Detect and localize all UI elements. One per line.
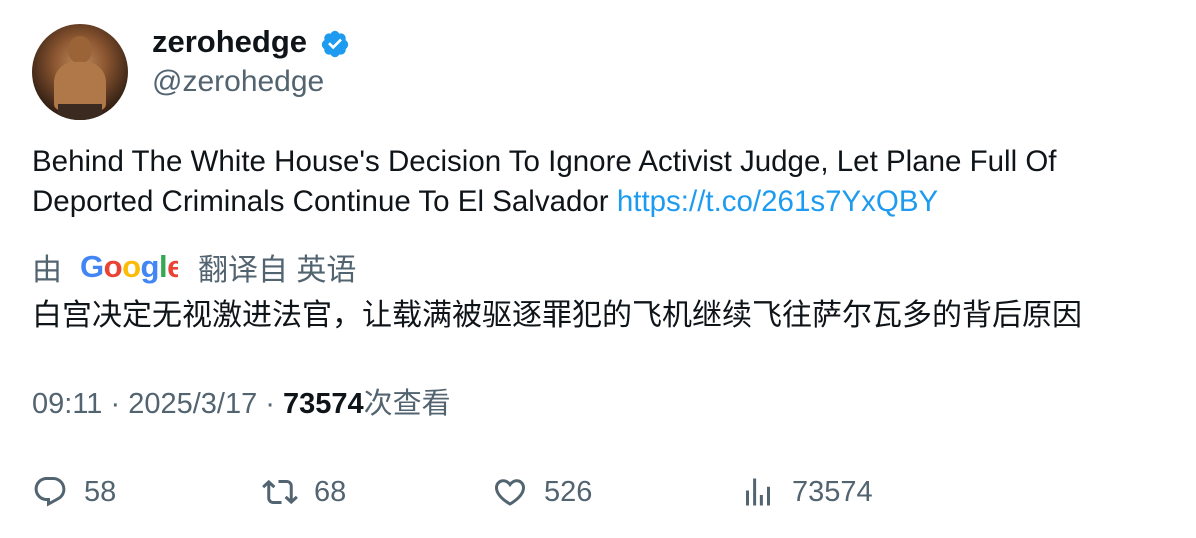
verified-badge-icon [321, 30, 349, 58]
tweet-meta: 09:11 · 2025/3/17 · 73574次查看 [32, 386, 451, 422]
meta-separator: · [102, 388, 129, 420]
like-count: 526 [544, 475, 593, 508]
tweet-time[interactable]: 09:11 [32, 388, 102, 420]
author-handle[interactable]: @zerohedge [152, 64, 324, 100]
translation-prefix: 由 [32, 254, 62, 287]
avatar-shorts [58, 104, 102, 120]
analytics-bar-icon [746, 478, 770, 506]
reply-count: 58 [84, 475, 117, 508]
svg-text:Google: Google [80, 249, 178, 284]
tweet-date[interactable]: 2025/3/17 [128, 388, 257, 420]
google-logo-icon: Google [80, 249, 178, 285]
views-button[interactable]: 73574 [740, 472, 873, 512]
retweet-icon [262, 479, 298, 505]
avatar[interactable] [32, 24, 128, 120]
tweet-link[interactable]: https://t.co/261s7YxQBY [617, 185, 938, 218]
reply-button[interactable]: 58 [32, 472, 116, 512]
author-display-name[interactable]: zerohedge [152, 24, 307, 60]
heart-icon [494, 479, 526, 506]
like-button[interactable]: 526 [492, 472, 592, 512]
avatar-torso [54, 62, 106, 110]
retweet-button[interactable]: 68 [262, 472, 346, 512]
translation-suffix: 翻译自 英语 [198, 254, 357, 287]
tweet-text: Behind The White House's Decision To Ign… [32, 142, 1172, 222]
translation-attribution: 由 Google 翻译自 英语 [32, 247, 356, 287]
avatar-head [68, 36, 92, 64]
reply-icon [34, 477, 66, 507]
view-count: 73574 [283, 388, 364, 420]
views-count: 73574 [792, 475, 873, 508]
retweet-count: 68 [314, 475, 347, 508]
view-count-label: 次查看 [363, 388, 451, 420]
translated-text: 白宫决定无视激进法官，让载满被驱逐罪犯的飞机继续飞往萨尔瓦多的背后原因 [32, 299, 1082, 332]
meta-separator: · [257, 388, 283, 420]
